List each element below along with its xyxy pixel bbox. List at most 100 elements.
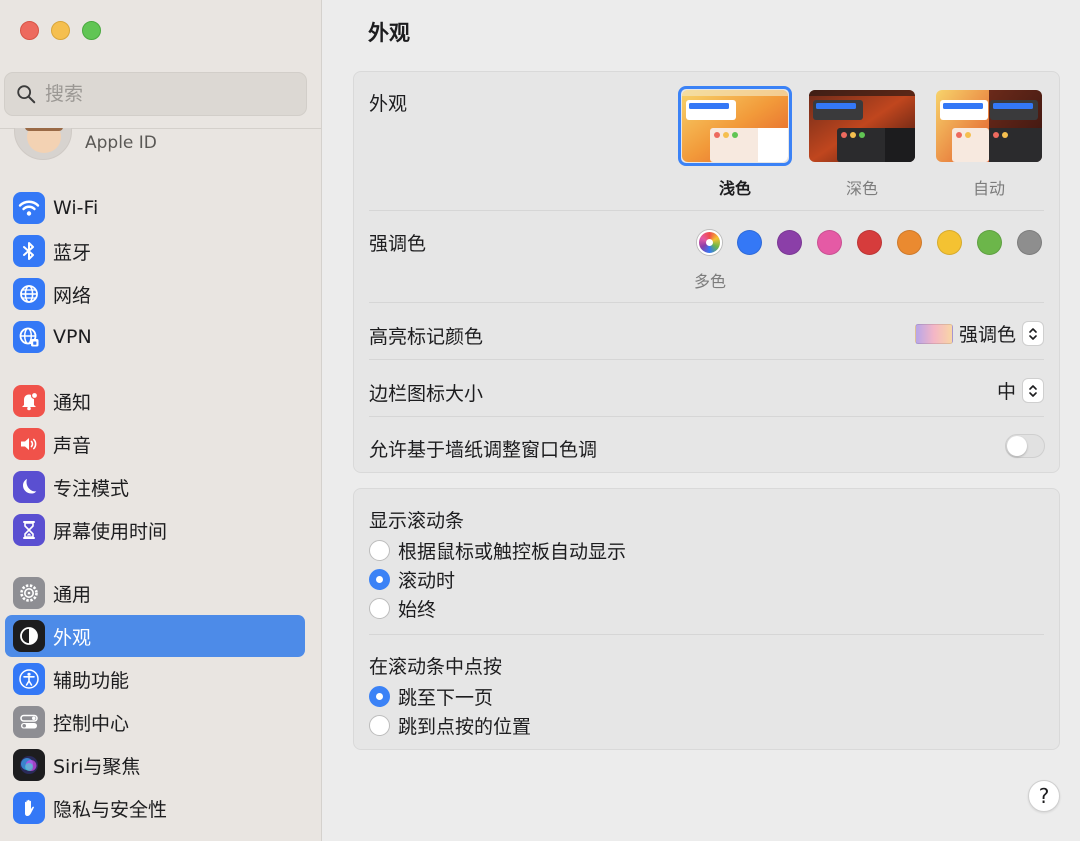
sidebar: Apple ID Wi-Fi 蓝牙 网络 VPN 通知 bbox=[0, 0, 322, 841]
sidebar-item-vpn[interactable]: VPN bbox=[5, 316, 305, 358]
sidebar-item-label: 隐私与安全性 bbox=[53, 798, 168, 821]
appearance-label: 外观 bbox=[369, 93, 408, 115]
appearance-option-light[interactable] bbox=[678, 86, 792, 166]
radio-option-when-scrolling[interactable]: 滚动时 bbox=[369, 566, 455, 593]
appearance-option-label: 浅色 bbox=[718, 179, 751, 198]
sidebar-item-privacy[interactable]: 隐私与安全性 bbox=[5, 787, 305, 829]
sidebar-item-label: Siri与聚焦 bbox=[53, 755, 141, 778]
accent-swatch-purple[interactable] bbox=[777, 230, 802, 255]
radio-option-always[interactable]: 始终 bbox=[369, 595, 436, 622]
minimize-window-button[interactable] bbox=[51, 21, 70, 40]
apple-id-item[interactable]: Apple ID bbox=[12, 128, 312, 164]
sidebar-item-sound[interactable]: 声音 bbox=[5, 423, 305, 465]
siri-icon bbox=[13, 749, 45, 781]
accent-swatch-graphite[interactable] bbox=[1017, 230, 1042, 255]
appearance-option-label: 深色 bbox=[845, 179, 878, 198]
radio-button[interactable] bbox=[369, 569, 390, 590]
radio-option-next-page[interactable]: 跳至下一页 bbox=[369, 683, 493, 710]
radio-button[interactable] bbox=[369, 686, 390, 707]
sidebar-icon-size-value: 中 bbox=[996, 381, 1016, 403]
scrollbar-settings-panel: 显示滚动条 根据鼠标或触控板自动显示 滚动时 始终 在滚动条中点按 跳至下一页 … bbox=[353, 488, 1060, 750]
avatar bbox=[14, 128, 72, 160]
accent-swatch-yellow[interactable] bbox=[937, 230, 962, 255]
accent-swatch-multicolor[interactable] bbox=[697, 230, 722, 255]
radio-option-clicked-spot[interactable]: 跳到点按的位置 bbox=[369, 712, 531, 739]
show-scrollbars-title: 显示滚动条 bbox=[369, 510, 465, 532]
divider bbox=[369, 416, 1044, 417]
chevron-updown-icon bbox=[1022, 321, 1044, 346]
accent-swatch-red[interactable] bbox=[857, 230, 882, 255]
click-scrollbar-title: 在滚动条中点按 bbox=[369, 656, 503, 678]
accent-swatch-blue[interactable] bbox=[737, 230, 762, 255]
highlight-color-swatch bbox=[914, 323, 953, 344]
sidebar-item-bluetooth[interactable]: 蓝牙 bbox=[5, 230, 305, 272]
sidebar-item-network[interactable]: 网络 bbox=[5, 273, 305, 315]
bluetooth-icon bbox=[13, 235, 45, 267]
search-field[interactable] bbox=[4, 72, 307, 116]
accent-selected-caption: 多色 bbox=[694, 272, 727, 291]
sidebar-item-accessibility[interactable]: 辅助功能 bbox=[5, 658, 305, 700]
accessibility-icon bbox=[13, 663, 45, 695]
globe-icon bbox=[13, 278, 45, 310]
radio-option-auto[interactable]: 根据鼠标或触控板自动显示 bbox=[369, 537, 626, 564]
radio-button[interactable] bbox=[369, 540, 390, 561]
highlight-color-label: 高亮标记颜色 bbox=[369, 326, 484, 348]
sidebar-item-general[interactable]: 通用 bbox=[5, 572, 305, 614]
sidebar-item-label: 屏幕使用时间 bbox=[53, 520, 168, 543]
page-title: 外观 bbox=[368, 21, 410, 45]
speaker-icon bbox=[13, 428, 45, 460]
sidebar-item-appearance[interactable]: 外观 bbox=[5, 615, 305, 657]
switches-icon bbox=[13, 706, 45, 738]
dark-preview bbox=[809, 90, 915, 162]
wallpaper-tinting-toggle[interactable] bbox=[1005, 434, 1045, 458]
sidebar-item-label: 专注模式 bbox=[53, 477, 130, 500]
sidebar-item-wifi[interactable]: Wi-Fi bbox=[5, 187, 305, 229]
accent-swatch-pink[interactable] bbox=[817, 230, 842, 255]
radio-label: 根据鼠标或触控板自动显示 bbox=[398, 541, 627, 563]
hourglass-icon bbox=[13, 514, 45, 546]
accent-color-label: 强调色 bbox=[369, 233, 427, 255]
radio-label: 始终 bbox=[398, 599, 437, 621]
gear-icon bbox=[13, 577, 45, 609]
sidebar-item-label: 通知 bbox=[53, 391, 92, 414]
sidebar-icon-size-label: 边栏图标大小 bbox=[369, 383, 484, 405]
apple-id-label: Apple ID bbox=[85, 133, 157, 153]
sidebar-item-controlcenter[interactable]: 控制中心 bbox=[5, 701, 305, 743]
sidebar-item-label: 蓝牙 bbox=[53, 241, 92, 264]
radio-label: 滚动时 bbox=[398, 570, 456, 592]
sidebar-item-notifications[interactable]: 通知 bbox=[5, 380, 305, 422]
sidebar-item-focus[interactable]: 专注模式 bbox=[5, 466, 305, 508]
zoom-window-button[interactable] bbox=[82, 21, 101, 40]
sidebar-item-screentime[interactable]: 屏幕使用时间 bbox=[5, 509, 305, 551]
sidebar-item-label: 控制中心 bbox=[53, 712, 130, 735]
sidebar-icon-size-popup[interactable]: 中 bbox=[997, 377, 1044, 404]
vpn-globe-icon bbox=[13, 321, 45, 353]
divider bbox=[369, 634, 1044, 635]
search-input[interactable] bbox=[45, 83, 285, 105]
sidebar-item-label: 通用 bbox=[53, 583, 92, 606]
sidebar-item-label: VPN bbox=[53, 326, 92, 348]
auto-preview bbox=[936, 90, 1042, 162]
accent-swatch-orange[interactable] bbox=[897, 230, 922, 255]
window-controls bbox=[20, 21, 101, 40]
toggle-knob bbox=[1007, 436, 1027, 456]
appearance-option-auto[interactable] bbox=[932, 86, 1046, 166]
sidebar-item-siri[interactable]: Siri与聚焦 bbox=[5, 744, 305, 786]
bell-icon bbox=[13, 385, 45, 417]
wallpaper-tinting-label: 允许基于墙纸调整窗口色调 bbox=[369, 439, 598, 461]
appearance-option-dark[interactable] bbox=[805, 86, 919, 166]
moon-icon bbox=[13, 471, 45, 503]
highlight-color-popup[interactable]: 强调色 bbox=[914, 320, 1044, 347]
hand-icon bbox=[13, 792, 45, 824]
help-button[interactable]: ? bbox=[1028, 780, 1060, 812]
close-window-button[interactable] bbox=[20, 21, 39, 40]
light-preview bbox=[682, 90, 788, 162]
sidebar-item-label: Wi-Fi bbox=[53, 197, 99, 219]
radio-label: 跳到点按的位置 bbox=[398, 716, 532, 738]
accent-swatch-green[interactable] bbox=[977, 230, 1002, 255]
radio-button[interactable] bbox=[369, 598, 390, 619]
sidebar-item-label: 辅助功能 bbox=[53, 669, 130, 692]
radio-button[interactable] bbox=[369, 715, 390, 736]
divider bbox=[369, 359, 1044, 360]
appearance-settings-panel: 外观 浅色 深色 自动 强调色 多色 高亮标记颜色 强调色 边栏图标大小 中 允… bbox=[353, 71, 1060, 473]
